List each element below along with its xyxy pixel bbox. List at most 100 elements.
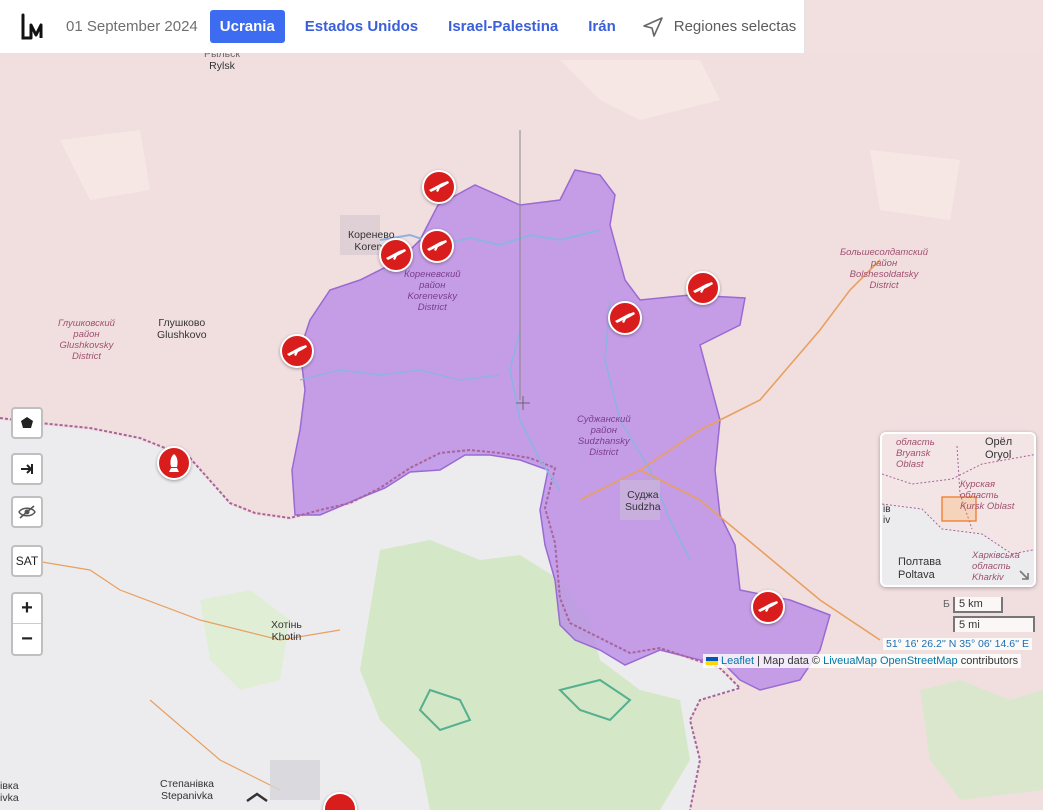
- minimap-bryansk-l3: Oblast: [896, 459, 924, 470]
- minimap-bryansk-l2: Bryansk: [896, 448, 931, 459]
- minimap-poltava-cyr: Полтава: [898, 556, 942, 568]
- label-ivka-lat: ivka: [0, 792, 19, 804]
- ukraine-flag-icon: [706, 657, 718, 666]
- rifle-marker-west[interactable]: [280, 334, 314, 368]
- rifle-marker-east[interactable]: [686, 271, 720, 305]
- label-stepanivka: Степанівка Stepanivka: [160, 778, 214, 802]
- label-stepanivka-lat: Stepanivka: [161, 790, 213, 802]
- minimap-bryansk-l1: область: [896, 437, 935, 448]
- rifle-icon: [693, 282, 713, 293]
- district-bolshesoldatsky-l1: Большесолдатский: [840, 247, 929, 258]
- tab-iran[interactable]: Irán: [578, 10, 626, 43]
- rifle-icon: [427, 240, 447, 251]
- minimap-kiv-lat: iv: [883, 515, 891, 526]
- tab-united-states[interactable]: Estados Unidos: [295, 10, 428, 43]
- minimap-poltava-lat: Poltava: [898, 569, 935, 581]
- district-korenevsky-l1: Кореневский: [404, 269, 461, 280]
- regions-label: Regiones selectas: [673, 18, 797, 35]
- district-glushkovsky-l2: район: [73, 329, 100, 340]
- label-stepanivka-cyr: Степанівка: [160, 778, 215, 790]
- rifle-marker-center[interactable]: [608, 301, 642, 335]
- arrow-to-line-icon: [21, 464, 33, 474]
- minimap-kyiv-partial: ів iv: [883, 504, 891, 526]
- label-glushkovo-cyr: Глушково: [158, 317, 206, 329]
- district-glushkovsky-l3: Glushkovsky: [59, 340, 114, 351]
- scale-km: 5 km: [953, 597, 1003, 613]
- expand-panel-button[interactable]: [243, 784, 271, 810]
- district-glushkovsky: Глушковский район Glushkovsky District: [58, 318, 115, 362]
- rifle-marker-north[interactable]: [422, 170, 456, 204]
- attribution: Leaflet | Map data © LiveuaMap OpenStree…: [703, 654, 1022, 668]
- navigation-arrow-icon: [642, 16, 663, 37]
- district-sudzhansky: Суджанский район Sudzhansky District: [577, 414, 631, 458]
- district-glushkovsky-l4: District: [71, 351, 101, 362]
- minimap-poltava: Полтава Poltava: [898, 556, 941, 582]
- liveuamap-logo[interactable]: [18, 11, 52, 43]
- label-partial-b: Б: [943, 598, 950, 610]
- minimap-kursk-l3: Kursk Oblast: [960, 501, 1015, 512]
- zoom-in-button[interactable]: +: [13, 594, 41, 624]
- label-khotin: Хотінь Khotin: [271, 619, 302, 643]
- district-korenevsky-l3: Korenevsky: [407, 291, 458, 302]
- liveuamap-link[interactable]: LiveuaMap: [823, 655, 877, 667]
- top-bar: 01 September 2024 Ucrania Estados Unidos…: [0, 0, 805, 53]
- bomb-icon: [169, 454, 179, 472]
- district-korenevsky-l2: район: [419, 280, 446, 291]
- minimap-oryol-lat: Oryol: [985, 449, 1012, 461]
- label-sudzha-cyr: Суджа: [627, 489, 659, 501]
- current-date[interactable]: 01 September 2024: [66, 18, 198, 35]
- attribution-contributors: contributors: [957, 655, 1019, 667]
- satellite-toggle[interactable]: SAT: [11, 545, 43, 577]
- rifle-marker-southeast[interactable]: [751, 590, 785, 624]
- attribution-separator: | Map data ©: [754, 655, 824, 667]
- minimap-kharkiv-l2: область: [972, 561, 1011, 572]
- measure-button[interactable]: [11, 453, 43, 485]
- rifle-icon: [429, 181, 449, 192]
- minimap-oryol-cyr: Орёл: [985, 436, 1013, 448]
- district-sudzhansky-l2: район: [590, 425, 617, 436]
- regions-selector[interactable]: Regiones selectas: [642, 16, 797, 38]
- osm-link[interactable]: OpenStreetMap: [880, 655, 958, 667]
- rifle-icon: [615, 312, 635, 323]
- label-sudzha-lat: Sudzha: [625, 501, 661, 513]
- rifle-marker-korenevo-1[interactable]: [379, 238, 413, 272]
- minimap[interactable]: область Bryansk Oblast Орёл Oryol Курска…: [880, 432, 1036, 587]
- draw-polygon-button[interactable]: [11, 407, 43, 439]
- zoom-control: + −: [11, 592, 43, 656]
- cursor-coordinates: 51° 16' 26.2'' N 35° 06' 14.6'' E: [883, 638, 1033, 650]
- district-bolshesoldatsky-l4: District: [869, 280, 899, 291]
- rifle-icon: [758, 601, 778, 612]
- label-ivka: івка ivka: [0, 780, 19, 804]
- district-korenevsky: Кореневский район Korenevsky District: [404, 269, 461, 313]
- eye-slash-icon: [18, 505, 36, 519]
- zoom-out-button[interactable]: −: [13, 624, 41, 654]
- rifle-icon: [386, 249, 406, 260]
- district-bolshesoldatsky-l2: район: [870, 258, 898, 269]
- district-bolshesoldatsky-l3: Bolshesoldatsky: [849, 269, 919, 280]
- district-korenevsky-l4: District: [417, 302, 447, 313]
- minimap-kharkiv-l3: Kharkiv: [972, 572, 1004, 583]
- district-glushkovsky-l1: Глушковский: [58, 318, 115, 329]
- rifle-marker-korenevo-2[interactable]: [420, 229, 454, 263]
- minimap-bryansk: область Bryansk Oblast: [896, 437, 935, 470]
- leaflet-link[interactable]: Leaflet: [721, 655, 754, 667]
- minimap-kursk-l2: область: [960, 490, 999, 501]
- minimap-kharkiv: Харківська область Kharkiv: [972, 550, 1020, 583]
- label-glushkovo-lat: Glushkovo: [157, 329, 207, 341]
- label-rylsk-lat: Rylsk: [209, 60, 235, 72]
- tab-ukraine[interactable]: Ucrania: [209, 10, 285, 43]
- bomb-marker[interactable]: [157, 446, 191, 480]
- hide-layers-button[interactable]: [11, 496, 43, 528]
- label-khotin-cyr: Хотінь: [271, 619, 302, 631]
- rifle-icon: [287, 345, 307, 356]
- district-sudzhansky-l3: Sudzhansky: [577, 436, 630, 447]
- minimap-kiv-cyr: ів: [883, 504, 891, 515]
- tab-israel-palestine[interactable]: Israel-Palestina: [438, 10, 568, 43]
- scale-mi: 5 mi: [953, 616, 1035, 632]
- district-sudzhansky-l1: Суджанский: [577, 414, 631, 425]
- minimap-collapse-icon[interactable]: [1018, 569, 1030, 581]
- district-bolshesoldatsky: Большесолдатский район Bolshesoldatsky D…: [840, 247, 928, 291]
- pentagon-icon: [21, 417, 33, 428]
- label-glushkovo: Глушково Glushkovo: [157, 317, 207, 341]
- minimap-kursk: Курская область Kursk Oblast: [960, 479, 1014, 512]
